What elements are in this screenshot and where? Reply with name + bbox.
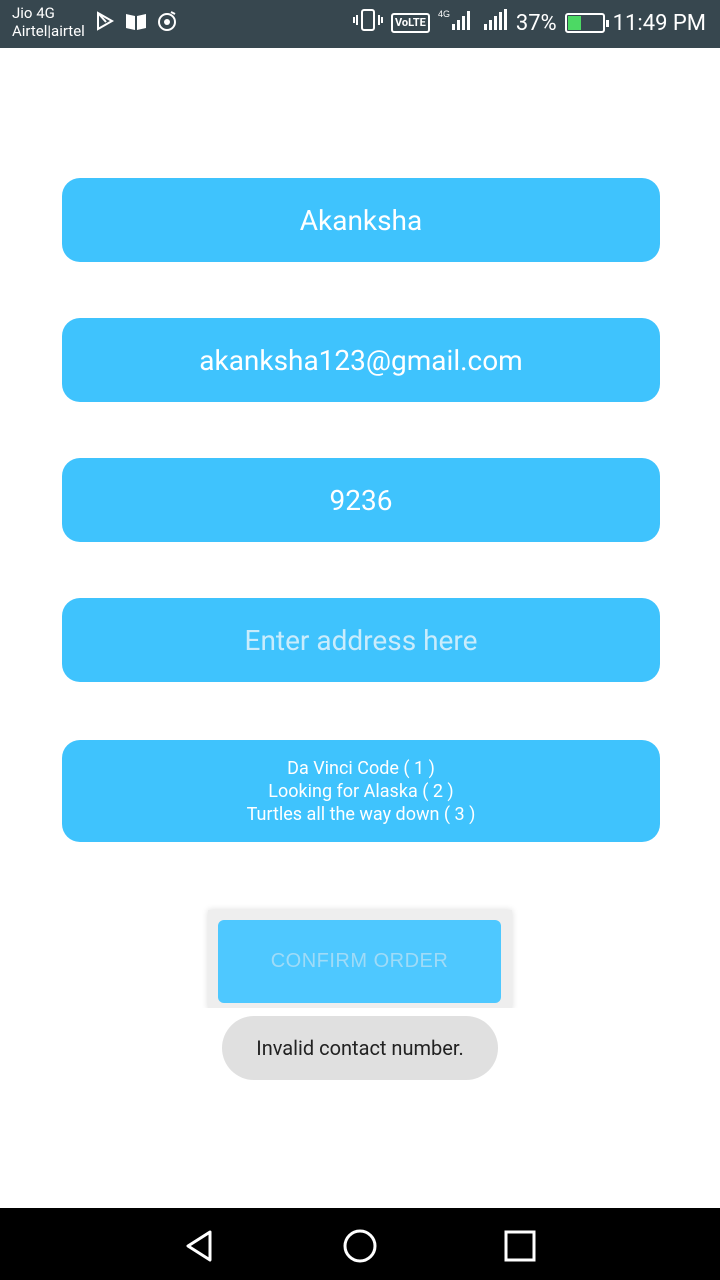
book-item: Da Vinci Code ( 1 ) (287, 757, 435, 779)
contact-field[interactable]: 9236 (62, 458, 660, 542)
notification-icons (94, 10, 178, 36)
vibrate-icon (352, 8, 383, 38)
clock: 11:49 PM (612, 10, 706, 36)
home-icon[interactable] (340, 1226, 380, 1266)
book-item: Turtles all the way down ( 3 ) (246, 803, 476, 825)
name-value: Akanksha (299, 203, 423, 237)
books-list: Da Vinci Code ( 1 ) Looking for Alaska (… (62, 740, 660, 842)
status-right: VoLTE 4G 37% 11:49 PM (352, 8, 706, 38)
address-placeholder: Enter address here (244, 623, 478, 657)
toast-text: Invalid contact number. (256, 1036, 464, 1060)
carrier-info: Jio 4G Airtel|airtel (12, 4, 85, 40)
contact-value: 9236 (329, 483, 393, 517)
email-value: akanksha123@gmail.com (199, 343, 523, 377)
signal-icon-2 (482, 8, 508, 38)
confirm-order-button[interactable]: CONFIRM ORDER (218, 920, 501, 1003)
battery-charging-icon (564, 13, 609, 33)
play-store-icon (94, 10, 116, 36)
carrier-line2: Airtel|airtel (12, 22, 85, 40)
recents-icon[interactable] (500, 1226, 540, 1266)
volte-badge: VoLTE (390, 13, 430, 33)
book-icon (124, 10, 148, 36)
address-field[interactable]: Enter address here (62, 598, 660, 682)
network-type: 4G (438, 9, 450, 19)
carrier-line1: Jio 4G (12, 4, 55, 22)
music-icon (156, 10, 178, 36)
back-icon[interactable] (180, 1226, 220, 1266)
confirm-button-container: CONFIRM ORDER (208, 910, 512, 1010)
toast-message: Invalid contact number. (222, 1016, 498, 1080)
battery-percent: 37% (515, 10, 557, 36)
signal-icon: 4G (438, 8, 474, 38)
name-field[interactable]: Akanksha (62, 178, 660, 262)
navigation-bar (0, 1208, 720, 1280)
status-bar: Jio 4G Airtel|airtel VoLTE 4G 37% 11:49 … (0, 0, 720, 48)
book-item: Looking for Alaska ( 2 ) (268, 780, 454, 802)
email-field[interactable]: akanksha123@gmail.com (62, 318, 660, 402)
